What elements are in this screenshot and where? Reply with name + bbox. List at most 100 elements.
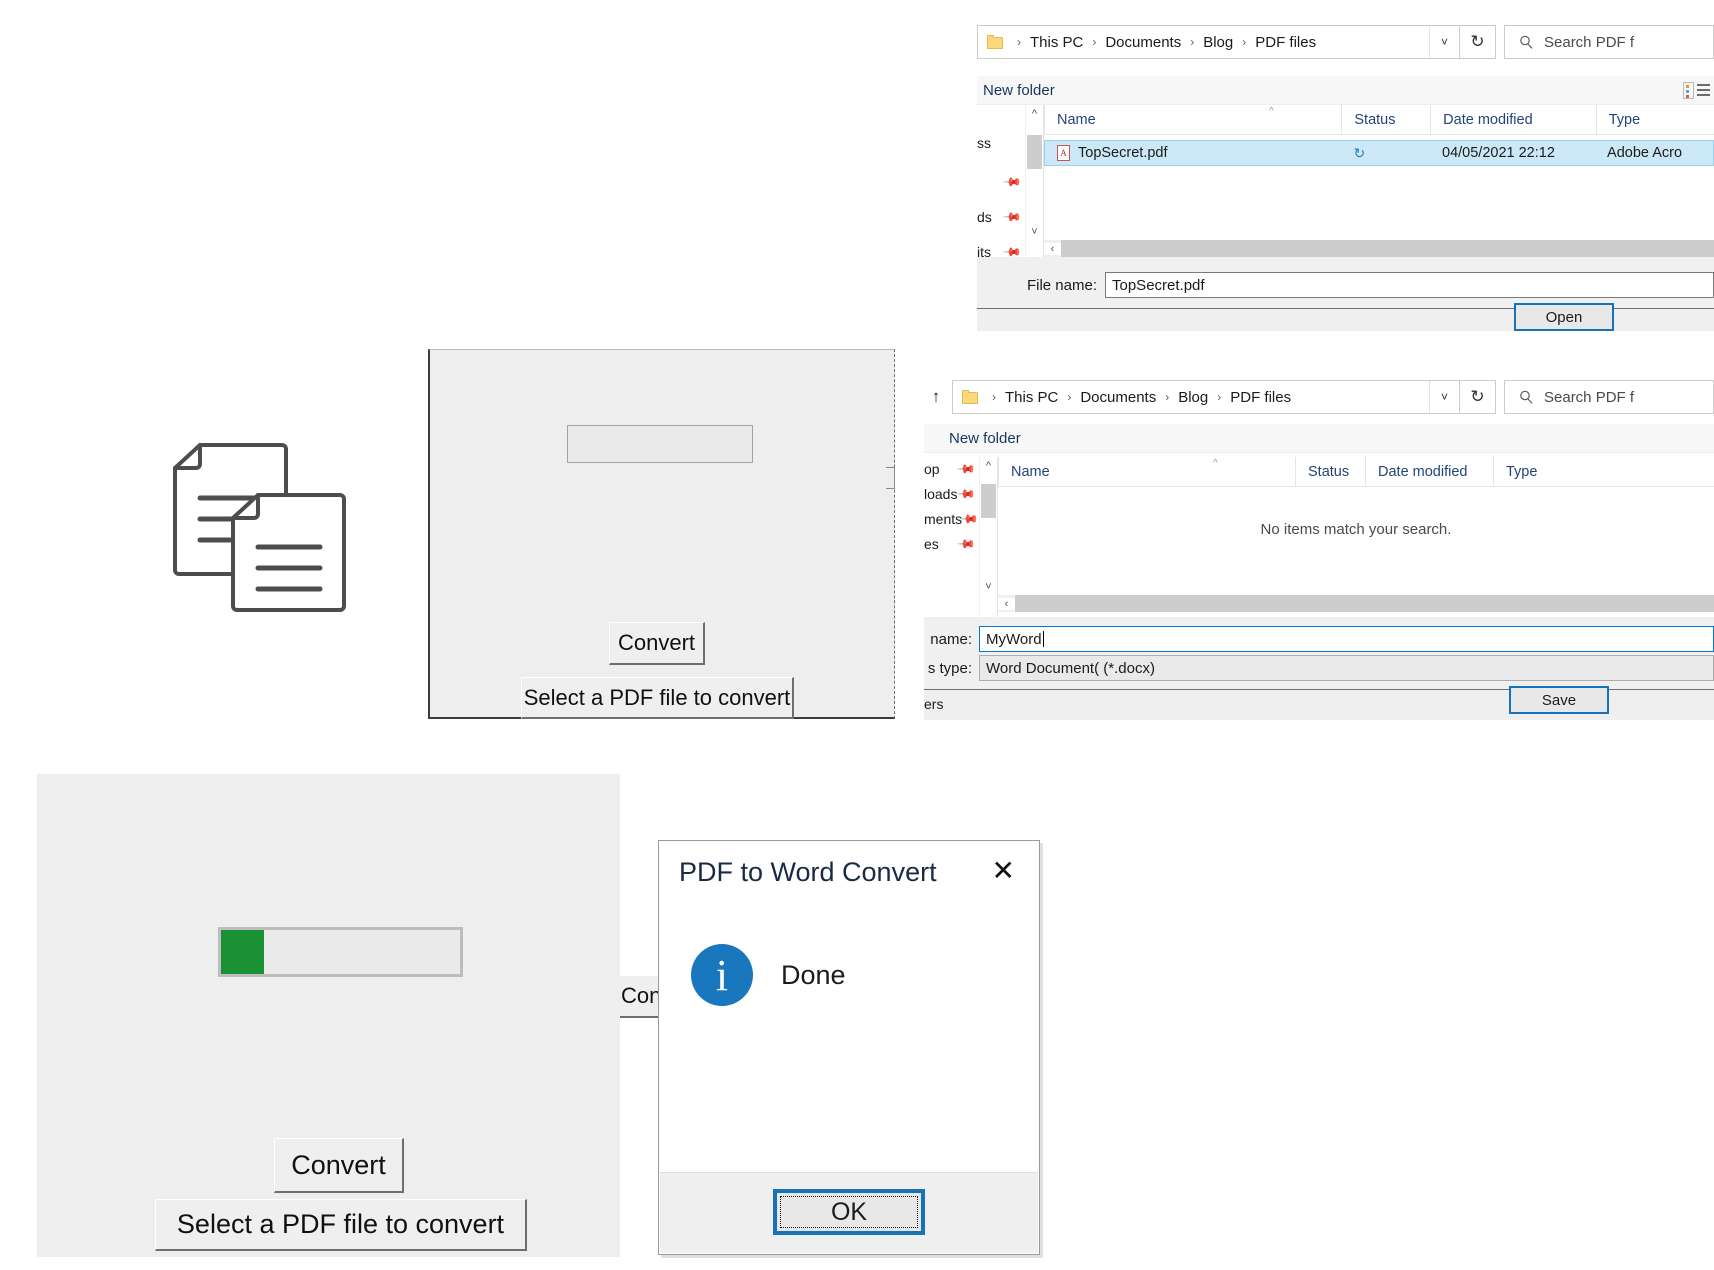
nav-pane-scrollbar[interactable]: ^ ˅ <box>979 457 997 617</box>
scroll-down-icon[interactable]: ˅ <box>980 578 997 595</box>
pin-icon: 📌 <box>956 533 977 554</box>
file-name-text: TopSecret.pdf <box>1078 145 1168 161</box>
convert-button[interactable]: Convert <box>274 1138 404 1193</box>
pin-icon: 📌 <box>956 483 977 504</box>
column-header-date-modified[interactable]: Date modified <box>1430 105 1596 134</box>
navigation-pane[interactable]: ss 📌 ds 📌 its 📌 <box>977 105 1025 257</box>
save-dialog-nav-row: ↑ › This PC › Documents › Blog › PDF fil… <box>924 380 1714 414</box>
resize-grip[interactable] <box>886 467 895 489</box>
new-folder-button[interactable]: New folder <box>924 430 1021 447</box>
nav-item[interactable]: 📌 <box>977 169 1025 194</box>
pin-icon: 📌 <box>959 508 979 529</box>
footer-button-strip: ers Save <box>924 686 1714 720</box>
scroll-up-icon[interactable]: ^ <box>980 457 997 474</box>
nav-item[interactable]: es 📌 <box>924 531 979 556</box>
open-dialog-nav-row: › This PC › Documents › Blog › PDF files… <box>977 25 1714 59</box>
column-header-status[interactable]: Status <box>1295 457 1365 486</box>
scrollbar-thumb[interactable] <box>981 484 996 518</box>
save-button[interactable]: Save <box>1509 686 1609 714</box>
file-type-cell: Adobe Acro <box>1607 145 1683 161</box>
file-name-field[interactable]: MyWord <box>979 626 1714 652</box>
file-name-label: File name: <box>1026 276 1097 294</box>
refresh-icon[interactable]: ↻ <box>1460 25 1496 59</box>
nav-item[interactable]: op 📌 <box>924 457 979 481</box>
nav-item-label: ments <box>924 510 963 527</box>
column-header-name[interactable]: Name <box>1044 105 1341 134</box>
nav-item-label: its <box>977 243 991 258</box>
new-folder-button[interactable]: New folder <box>977 82 1055 99</box>
nav-item[interactable]: ds 📌 <box>977 204 1025 229</box>
file-name-field[interactable]: TopSecret.pdf <box>1105 272 1714 298</box>
breadcrumb-separator: › <box>1092 35 1097 49</box>
search-placeholder: Search PDF f <box>1544 33 1635 51</box>
search-icon <box>1520 390 1533 404</box>
address-bar[interactable]: › This PC › Documents › Blog › PDF files… <box>952 380 1460 414</box>
breadcrumb-item-blog[interactable]: Blog <box>1176 389 1210 406</box>
scrollbar-track[interactable] <box>1015 595 1714 612</box>
close-icon[interactable]: ✕ <box>992 857 1015 885</box>
file-list-horizontal-scrollbar[interactable]: ‹ <box>1044 240 1714 257</box>
nav-item[interactable]: ss <box>977 130 1025 155</box>
save-type-select[interactable]: Word Document( (*.docx) <box>979 655 1714 681</box>
search-icon <box>1520 35 1533 49</box>
open-file-dialog: › This PC › Documents › Blog › PDF files… <box>977 18 1714 331</box>
select-pdf-button[interactable]: Select a PDF file to convert <box>155 1199 527 1251</box>
nav-item-label: es <box>924 535 939 552</box>
file-list-pane[interactable]: ^ Name Status Date modified Type A TopSe… <box>1043 105 1714 257</box>
file-name-value: MyWord <box>986 630 1042 648</box>
scroll-down-icon[interactable]: ˅ <box>1026 223 1043 240</box>
progress-bar <box>218 927 463 977</box>
column-header-date-modified[interactable]: Date modified <box>1365 457 1493 486</box>
breadcrumb-separator: › <box>1190 35 1195 49</box>
address-bar[interactable]: › This PC › Documents › Blog › PDF files… <box>977 25 1460 59</box>
scrollbar-thumb[interactable] <box>1027 135 1042 169</box>
done-message-box: PDF to Word Convert ✕ i Done OK <box>658 840 1040 1255</box>
nav-item[interactable]: loads 📌 <box>924 481 979 506</box>
breadcrumb-item-pdf-files[interactable]: PDF files <box>1253 34 1318 51</box>
breadcrumb-item-documents[interactable]: Documents <box>1078 389 1158 406</box>
search-input[interactable]: Search PDF f <box>1504 25 1714 59</box>
save-type-row: s type: Word Document( (*.docx) <box>924 655 1714 681</box>
breadcrumb-item-pdf-files[interactable]: PDF files <box>1228 389 1293 406</box>
scroll-up-icon[interactable]: ^ <box>1026 105 1043 122</box>
breadcrumb-item-this-pc[interactable]: This PC <box>1028 34 1085 51</box>
breadcrumb: › This PC › Documents › Blog › PDF files <box>1010 34 1318 51</box>
column-header-type[interactable]: Type <box>1595 105 1714 134</box>
hide-folders-toggle[interactable]: ers <box>924 696 943 712</box>
select-pdf-button[interactable]: Select a PDF file to convert <box>521 677 794 719</box>
nav-item[interactable]: ments 📌 <box>924 506 979 531</box>
chevron-down-icon[interactable]: ˅ <box>1429 381 1459 413</box>
open-button[interactable]: Open <box>1514 303 1614 331</box>
navigation-pane[interactable]: op 📌 loads 📌 ments 📌 es 📌 <box>924 457 979 617</box>
scroll-left-icon[interactable]: ‹ <box>998 597 1015 610</box>
file-list-horizontal-scrollbar[interactable]: ‹ <box>998 595 1714 612</box>
refresh-icon[interactable]: ↻ <box>1460 380 1496 414</box>
scrollbar-track[interactable] <box>1061 240 1714 257</box>
column-header-name[interactable]: Name <box>998 457 1295 486</box>
convert-button[interactable]: Convert <box>609 622 705 665</box>
view-layout-icon[interactable] <box>1683 81 1714 99</box>
open-dialog-footer: File name: TopSecret.pdf Open <box>977 257 1714 331</box>
breadcrumb-separator: › <box>1217 390 1222 404</box>
breadcrumb-item-this-pc[interactable]: This PC <box>1003 389 1060 406</box>
sort-indicator-icon: ^ <box>1269 106 1274 117</box>
save-dialog-footer: name: MyWord s type: Word Document( (*.d… <box>924 617 1714 720</box>
breadcrumb-item-blog[interactable]: Blog <box>1201 34 1235 51</box>
chevron-down-icon[interactable]: ˅ <box>1429 26 1459 58</box>
column-header-status[interactable]: Status <box>1341 105 1430 134</box>
breadcrumb-item-documents[interactable]: Documents <box>1103 34 1183 51</box>
save-dialog-command-bar: New folder <box>924 424 1714 453</box>
nav-item[interactable]: its 📌 <box>977 239 1025 257</box>
search-input[interactable]: Search PDF f <box>1504 380 1714 414</box>
pdf-file-icon: A <box>1057 145 1070 161</box>
nav-pane-scrollbar[interactable]: ^ ˅ <box>1025 105 1043 257</box>
table-row[interactable]: A TopSecret.pdf ↻ 04/05/2021 22:12 Adobe… <box>1044 140 1714 166</box>
open-dialog-listing: ss 📌 ds 📌 its 📌 ^ ˅ ^ Name Status Date m… <box>977 105 1714 257</box>
file-list-pane[interactable]: ^ Name Status Date modified Type No item… <box>997 457 1714 617</box>
column-header-type[interactable]: Type <box>1493 457 1633 486</box>
empty-state-message: No items match your search. <box>1260 521 1452 538</box>
nav-item-label: ds <box>977 208 992 225</box>
scroll-left-icon[interactable]: ‹ <box>1044 242 1061 255</box>
ok-button[interactable]: OK <box>773 1189 925 1235</box>
up-arrow-icon[interactable]: ↑ <box>924 380 948 414</box>
